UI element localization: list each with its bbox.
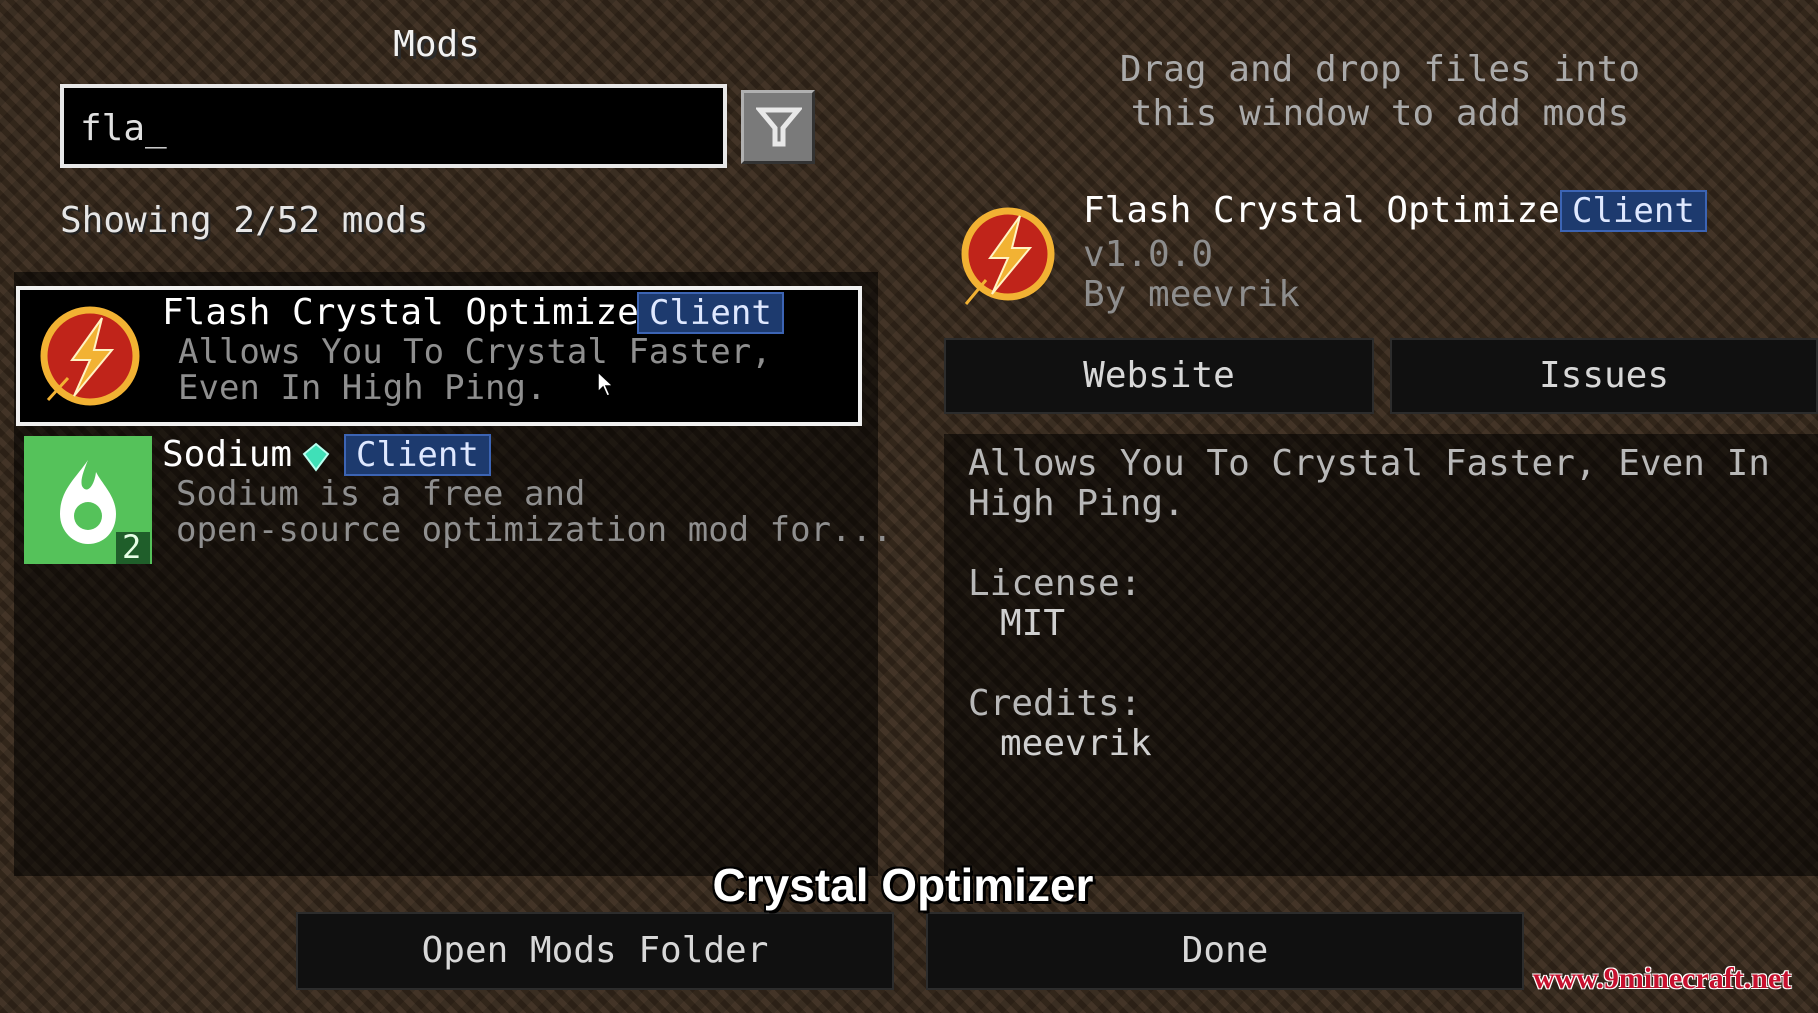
mod-description-line-1: Sodium is a free and [176,474,586,514]
search-input[interactable]: fla_ [60,84,727,168]
mod-name: Sodium [162,434,293,475]
screen-title: Mods [393,24,480,65]
watermark: www.9minecraft.net [1533,962,1792,995]
license-value: MIT [1000,603,1066,644]
detail-author: By meevrik [1083,274,1300,315]
client-badge: Client [344,434,491,476]
list-item[interactable]: Flash Crystal Optimizer Client Allows Yo… [16,286,862,426]
issues-button[interactable]: Issues [1390,338,1818,414]
diamond-icon [301,442,331,476]
mod-description-line-1: Allows You To Crystal Faster, [178,332,772,372]
icon-count: 2 [122,528,142,566]
detail-mod-icon [958,200,1058,314]
mod-description-line-2: open-source optimization mod for... [176,510,893,550]
mod-description-line-2: Even In High Ping. [178,368,547,408]
mouse-cursor-icon [596,370,616,402]
credits-label: Credits: [968,683,1142,724]
open-mods-folder-button[interactable]: Open Mods Folder [296,912,894,990]
list-item[interactable]: 2 Sodium Client Sodium is a free and ope… [14,432,892,576]
license-label: License: [968,563,1142,604]
mod-name: Flash Crystal Optimizer [162,292,661,333]
detail-mod-name: Flash Crystal Optimizer [1083,190,1582,231]
search-input-value: fla_ [80,108,167,149]
drag-hint-line-1: Drag and drop files into [1119,49,1641,90]
credits-value: meevrik [1000,723,1152,764]
client-badge: Client [637,292,784,334]
detail-description-line-1: Allows You To Crystal Faster, Even In [968,443,1770,484]
detail-description-line-2: High Ping. [968,483,1185,524]
flash-lightning-icon [38,304,142,412]
detail-client-badge: Client [1560,190,1707,232]
drag-hint-line-2: this window to add mods [1130,93,1630,134]
mod-count-text: Showing 2/52 mods [60,200,429,241]
video-caption: Crystal Optimizer [712,859,1094,911]
detail-version: v1.0.0 [1083,234,1214,275]
website-button[interactable]: Website [944,338,1374,414]
filter-button[interactable] [741,90,815,164]
drag-drop-hint: Drag and drop files into this window to … [1000,48,1760,136]
done-button[interactable]: Done [926,912,1524,990]
